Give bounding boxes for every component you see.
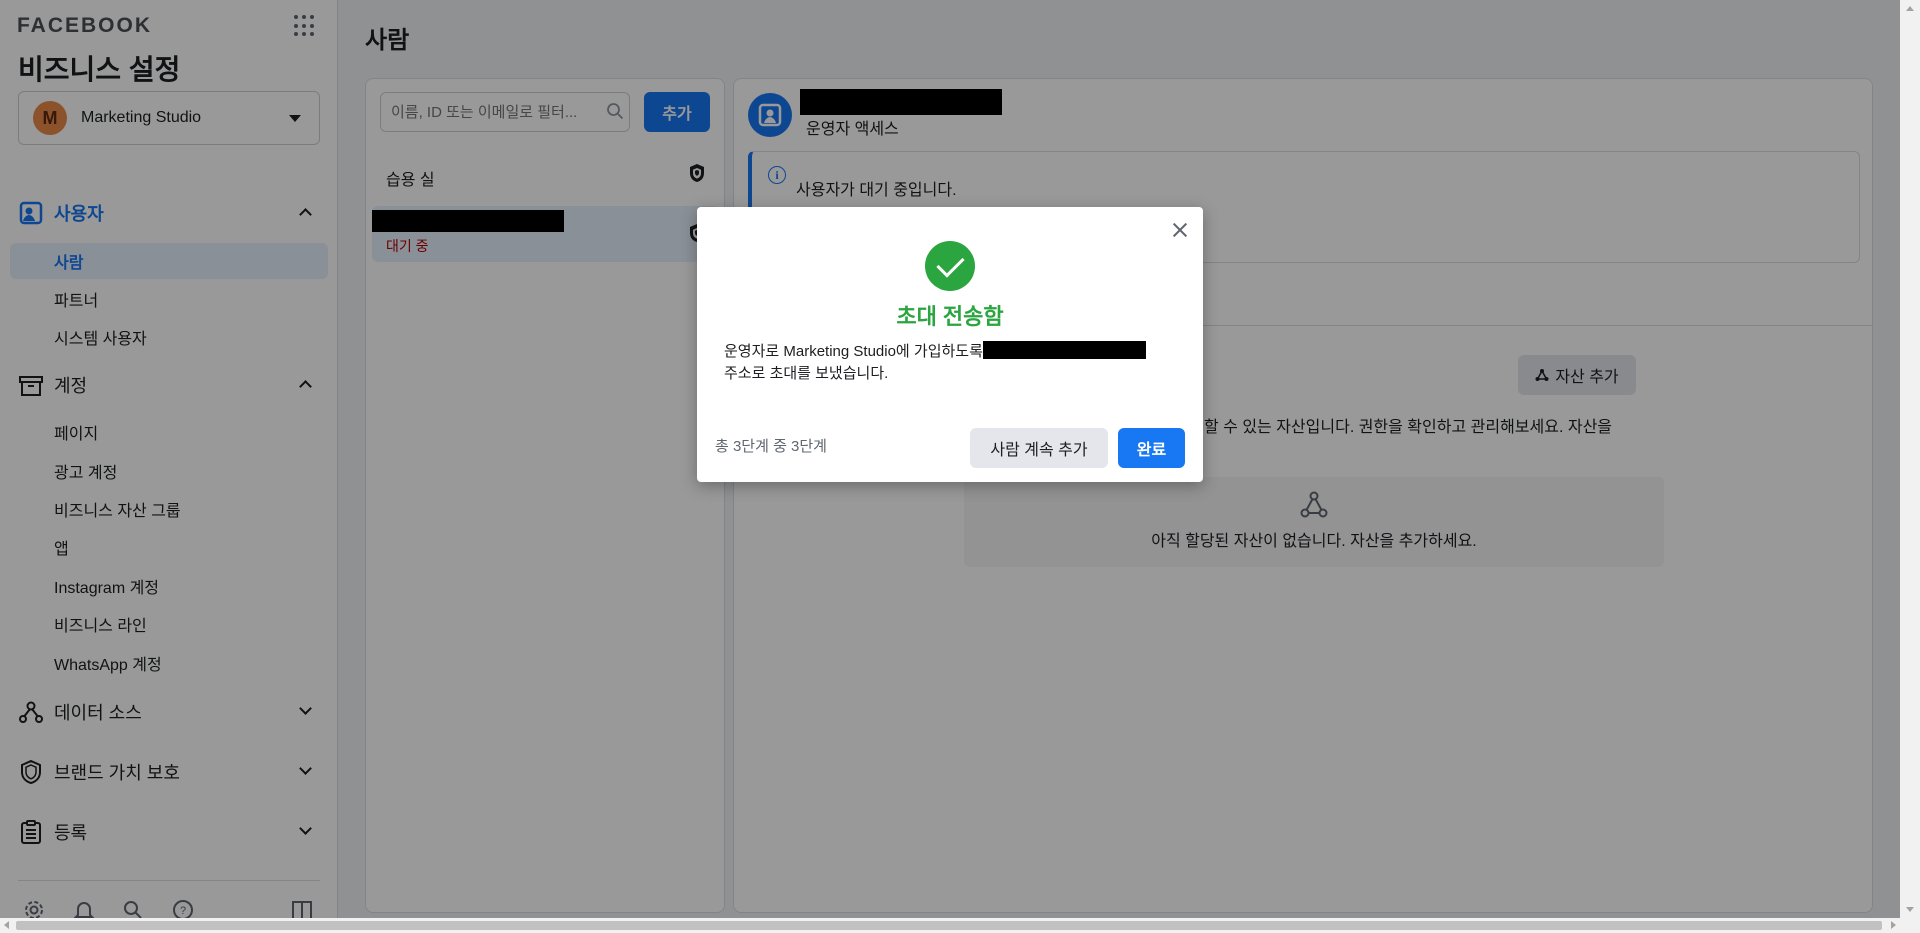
scroll-left-icon[interactable] <box>4 921 9 929</box>
scroll-up-icon[interactable] <box>1906 6 1914 11</box>
scroll-down-icon[interactable] <box>1906 907 1914 912</box>
redacted-email <box>982 341 1146 359</box>
dialog-message-line2: 주소로 초대를 보냈습니다. <box>724 365 889 382</box>
invite-sent-dialog: 초대 전송함 운영자로 Marketing Studio에 가입하도록 주소로 … <box>697 207 1203 482</box>
step-indicator: 총 3단계 중 3단계 <box>715 438 827 455</box>
dialog-title: 초대 전송함 <box>896 304 1004 329</box>
dialog-message: 운영자로 Marketing Studio에 가입하도록 주소로 초대를 보냈습… <box>724 341 1184 385</box>
add-more-people-button[interactable]: 사람 계속 추가 <box>970 428 1108 468</box>
done-button[interactable]: 완료 <box>1118 428 1185 468</box>
vertical-scrollbar[interactable] <box>1900 0 1920 918</box>
success-check-icon <box>925 241 975 291</box>
scrollbar-thumb[interactable] <box>16 921 1882 930</box>
scroll-right-icon[interactable] <box>1891 921 1896 929</box>
horizontal-scrollbar[interactable] <box>0 918 1920 933</box>
close-icon[interactable] <box>1169 219 1191 241</box>
dialog-message-line1: 운영자로 Marketing Studio에 가입하도록 <box>724 343 983 360</box>
